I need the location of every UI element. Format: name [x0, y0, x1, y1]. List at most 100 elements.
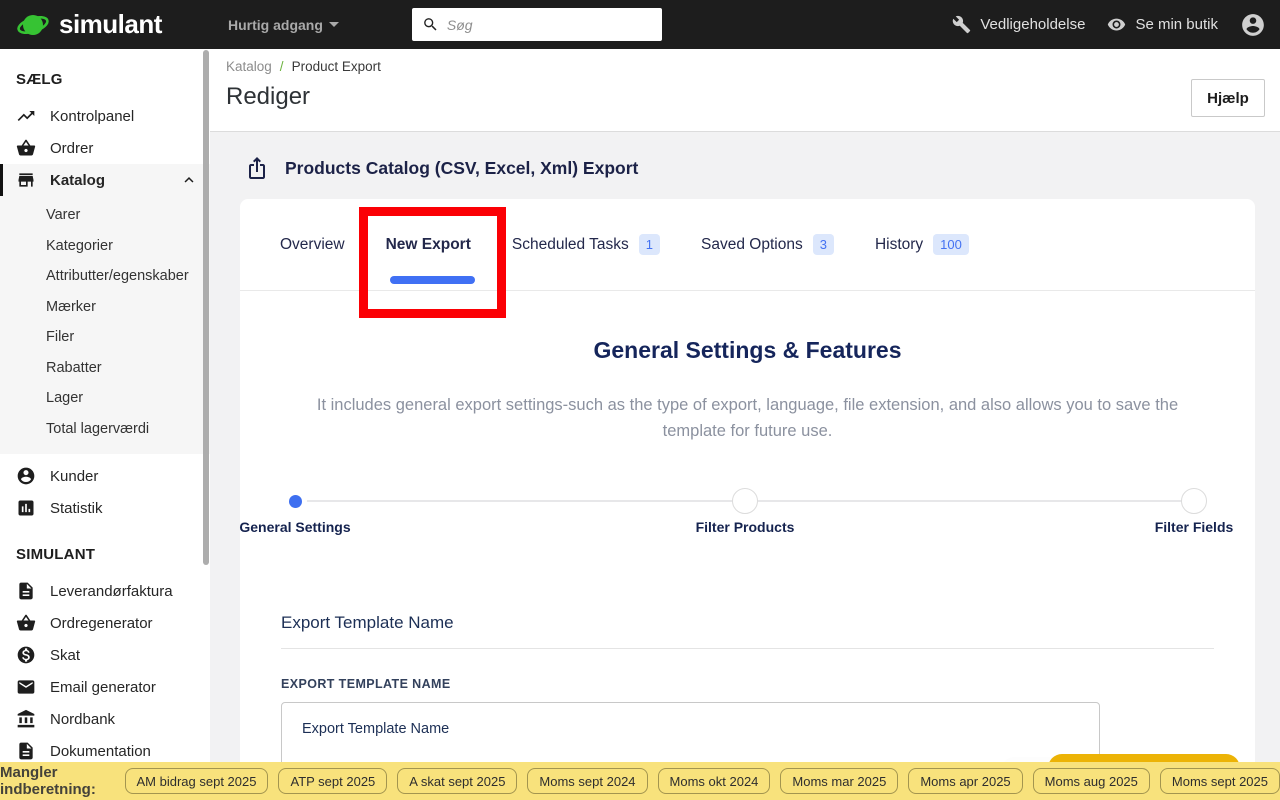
account-icon[interactable] — [1240, 12, 1266, 38]
sidebar-item-nordbank[interactable]: Nordbank — [0, 703, 210, 735]
tab-count-badge: 3 — [812, 234, 834, 255]
tab-new-export[interactable]: New Export — [386, 236, 471, 254]
maintenance-link[interactable]: Vedligeholdelse — [952, 15, 1085, 34]
notice-pill-atp-sept-2025[interactable]: ATP sept 2025 — [278, 768, 388, 794]
chevron-down-icon — [328, 22, 339, 27]
sidebar-subitem-rabatter[interactable]: Rabatter — [0, 353, 210, 384]
sidebar-item-label: Katalog — [50, 171, 106, 189]
step-dot-general-settings[interactable] — [283, 489, 307, 514]
sidebar-item-label: Statistik — [50, 499, 103, 517]
sidebar-item-leverandorfaktura[interactable]: Leverandørfaktura — [0, 575, 210, 607]
page-header: Katalog / Product Export Rediger Hjælp — [210, 49, 1280, 132]
notice-pill-moms-okt-2024[interactable]: Moms okt 2024 — [657, 768, 771, 794]
tab-label: Saved Options — [701, 235, 803, 253]
basket-icon — [16, 139, 36, 156]
person-icon — [17, 467, 35, 485]
eye-icon — [1108, 18, 1126, 31]
help-button[interactable]: Hjælp — [1191, 79, 1265, 117]
notice-pill-a-skat-sept-2025[interactable]: A skat sept 2025 — [397, 768, 518, 794]
notice-pill-moms-sept-2025[interactable]: Moms sept 2025 — [1159, 768, 1280, 794]
sidebar-scrollbar[interactable] — [203, 50, 209, 565]
tab-scheduled-tasks[interactable]: Scheduled Tasks 1 — [511, 234, 661, 255]
breadcrumb-parent[interactable]: Katalog — [226, 59, 272, 74]
module-title: Products Catalog (CSV, Excel, Xml) Expor… — [285, 157, 639, 178]
sidebar-item-label: Kontrolpanel — [50, 107, 135, 125]
sidebar-item-ordregenerator[interactable]: Ordregenerator — [0, 607, 210, 639]
template-name-label: EXPORT TEMPLATE NAME — [281, 677, 451, 692]
export-share-icon — [249, 157, 265, 179]
document-icon — [19, 582, 33, 600]
wrench-icon — [953, 15, 971, 34]
tab-history[interactable]: History 100 — [875, 234, 969, 255]
module-header: Products Catalog (CSV, Excel, Xml) Expor… — [240, 132, 1255, 199]
section-description: It includes general export settings-such… — [316, 396, 1179, 440]
form-group-title: Export Template Name — [281, 613, 454, 633]
page-title: Rediger — [226, 83, 311, 110]
sidebar-item-skat[interactable]: Skat — [0, 639, 210, 671]
step-dot-filter-products[interactable] — [732, 488, 758, 515]
notice-pill-moms-sept-2024[interactable]: Moms sept 2024 — [527, 768, 648, 794]
dollar-circle-icon — [17, 646, 35, 664]
bar-chart-icon — [18, 500, 34, 516]
sidebar-subitem-filer[interactable]: Filer — [0, 322, 210, 353]
notice-pill-moms-aug-2025[interactable]: Moms aug 2025 — [1032, 768, 1150, 794]
step-label-filter-products: Filter Products — [695, 519, 795, 536]
notice-pill-moms-mar-2025[interactable]: Moms mar 2025 — [780, 768, 899, 794]
sidebar-section-sell: SÆLG — [16, 71, 63, 88]
tab-count-badge: 100 — [933, 234, 969, 255]
tab-count-badge: 1 — [638, 234, 661, 255]
breadcrumb: Katalog / Product Export — [226, 59, 1280, 74]
sidebar-subitem-maerker[interactable]: Mærker — [0, 292, 210, 323]
sidebar-item-label: Email generator — [50, 678, 156, 696]
sidebar-subitem-varer[interactable]: Varer — [0, 200, 210, 231]
tab-label: Scheduled Tasks — [511, 235, 629, 253]
sidebar-item-katalog[interactable]: Katalog — [0, 164, 210, 196]
view-store-label: Se min butik — [1135, 16, 1218, 33]
sidebar-item-email-generator[interactable]: Email generator — [0, 671, 210, 703]
sidebar-katalog-submenu: Varer Kategorier Attributter/egenskaber … — [0, 196, 210, 454]
sidebar-item-kontrolpanel[interactable]: Kontrolpanel — [0, 100, 210, 132]
notice-pill-am-bidrag-sept-2025[interactable]: AM bidrag sept 2025 — [124, 768, 269, 794]
sidebar-subitem-total-lagervaerdi[interactable]: Total lagerværdi — [0, 414, 210, 445]
missing-report-notice-bar: Mangler indberetning: AM bidrag sept 202… — [0, 762, 1280, 800]
document-icon — [19, 742, 33, 760]
quick-access-menu[interactable]: Hurtig adgang — [228, 17, 339, 33]
sidebar-item-ordrer[interactable]: Ordrer — [0, 132, 210, 164]
brand[interactable]: simulant — [0, 8, 212, 42]
view-store-link[interactable]: Se min butik — [1107, 15, 1218, 34]
wizard-stepper: General Settings Filter Products Filter … — [239, 488, 1255, 561]
topbar: simulant Hurtig adgang Vedligeholdelse S… — [0, 0, 1280, 49]
sidebar-item-label: Ordregenerator — [50, 614, 153, 632]
sidebar: SÆLG Kontrolpanel Ordrer Katalog Varer K… — [0, 49, 210, 800]
active-tab-indicator — [390, 276, 475, 284]
divider — [281, 648, 1214, 650]
tab-overview[interactable]: Overview — [280, 236, 345, 254]
step-label-general-settings: General Settings — [239, 519, 351, 536]
sidebar-subitem-kategorier[interactable]: Kategorier — [0, 231, 210, 262]
notice-pill-moms-apr-2025[interactable]: Moms apr 2025 — [908, 768, 1023, 794]
sidebar-subitem-lager[interactable]: Lager — [0, 383, 210, 414]
sidebar-item-kunder[interactable]: Kunder — [0, 460, 210, 492]
step-dot-filter-fields[interactable] — [1181, 488, 1207, 515]
breadcrumb-current: Product Export — [291, 59, 381, 74]
section-title: General Settings & Features — [593, 337, 902, 363]
basket-icon — [16, 614, 36, 631]
tab-label: New Export — [385, 235, 471, 253]
bank-icon — [17, 709, 35, 728]
brand-name: simulant — [59, 9, 162, 39]
maintenance-label: Vedligeholdelse — [980, 16, 1086, 33]
tab-label: Overview — [280, 235, 345, 253]
breadcrumb-separator: / — [279, 59, 284, 74]
sidebar-item-label: Nordbank — [50, 710, 116, 728]
search-input[interactable] — [446, 16, 652, 33]
chevron-up-icon — [184, 177, 194, 183]
search-icon — [424, 18, 437, 31]
sidebar-item-statistik[interactable]: Statistik — [0, 492, 210, 524]
sidebar-section-simulant: SIMULANT — [16, 546, 96, 563]
notice-label: Mangler indberetning: — [0, 764, 96, 798]
tab-saved-options[interactable]: Saved Options 3 — [701, 234, 834, 255]
tab-label: History — [874, 235, 924, 253]
sidebar-subitem-attributter[interactable]: Attributter/egenskaber — [0, 261, 210, 292]
envelope-icon — [17, 680, 35, 694]
sidebar-item-label: Kunder — [50, 467, 99, 485]
